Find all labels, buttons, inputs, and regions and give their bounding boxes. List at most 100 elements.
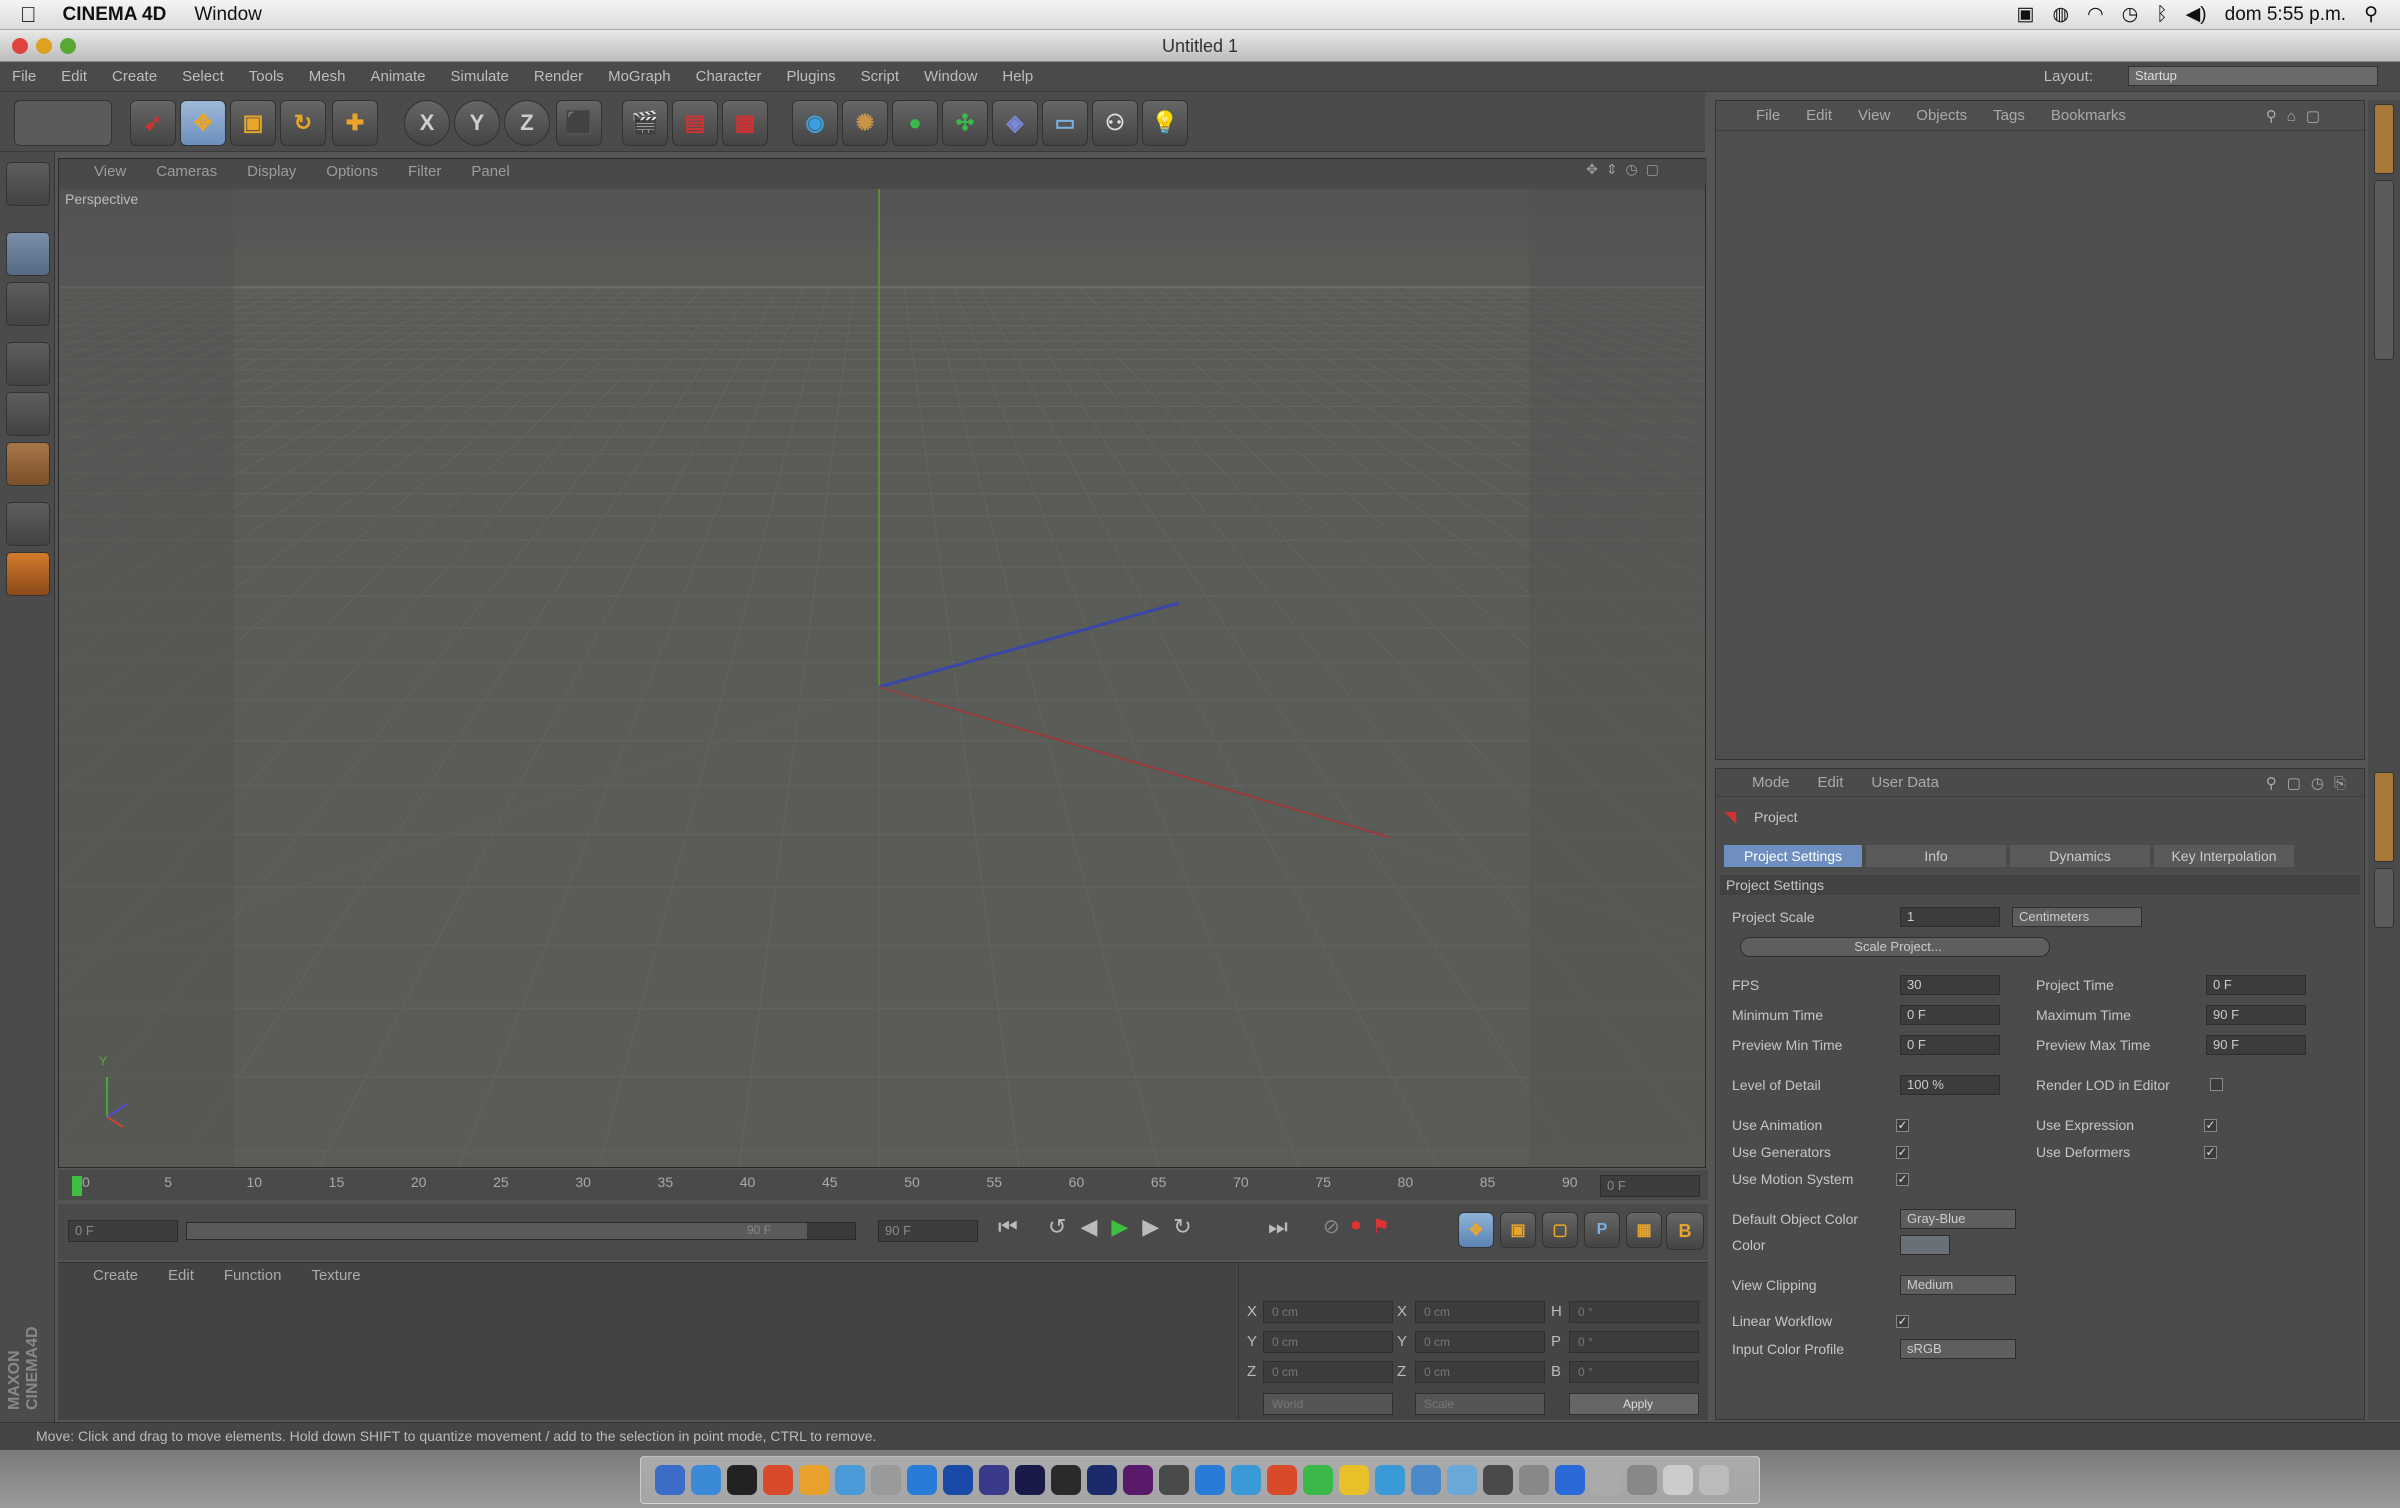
dock-app-icon[interactable] — [1087, 1465, 1117, 1495]
tab-dynamics[interactable]: Dynamics — [2010, 845, 2150, 867]
dock-app-icon[interactable] — [1411, 1465, 1441, 1495]
tab-key-interpolation[interactable]: Key Interpolation — [2154, 845, 2294, 867]
menu-render[interactable]: Render — [534, 68, 583, 85]
tab-info[interactable]: Info — [1866, 845, 2006, 867]
rot-h-field[interactable]: 0 ° — [1569, 1301, 1699, 1323]
dock-app-icon[interactable] — [1159, 1465, 1189, 1495]
preview-range-fill[interactable] — [187, 1223, 807, 1239]
dock-app-icon[interactable] — [835, 1465, 865, 1495]
size-z-field[interactable]: 0 cm — [1415, 1361, 1545, 1383]
project-time-field[interactable]: 0 F — [2206, 975, 2306, 995]
objects-tab[interactable] — [2374, 104, 2394, 174]
window-menu[interactable]: Window — [194, 4, 262, 26]
view-clipping-dropdown[interactable]: Medium — [1900, 1275, 2016, 1295]
dock-app-icon[interactable] — [763, 1465, 793, 1495]
dock-app-icon[interactable] — [1015, 1465, 1045, 1495]
scheme-icon[interactable]: B — [1666, 1212, 1704, 1250]
preview-min-field[interactable]: 0 F — [1900, 1035, 2000, 1055]
x-axis-lock-button[interactable]: X — [404, 100, 450, 146]
use-motion-checkbox[interactable]: ✓ — [1896, 1173, 1909, 1186]
key-position-icon[interactable]: ✥ — [1458, 1212, 1494, 1248]
key-scale-icon[interactable]: ▣ — [1500, 1212, 1536, 1248]
vp-menu-view[interactable]: View — [94, 163, 126, 180]
dock-app-icon[interactable] — [1375, 1465, 1405, 1495]
polygons-mode-icon[interactable] — [6, 442, 50, 486]
menu-character[interactable]: Character — [696, 68, 762, 85]
volume-icon[interactable]: ◀) — [2186, 3, 2207, 26]
prev-frame-icon[interactable]: ◀ — [1080, 1214, 1097, 1240]
mat-menu-create[interactable]: Create — [93, 1267, 138, 1284]
size-x-field[interactable]: 0 cm — [1415, 1301, 1545, 1323]
dock-app-icon[interactable] — [907, 1465, 937, 1495]
menu-select[interactable]: Select — [182, 68, 224, 85]
obj-menu-view[interactable]: View — [1858, 107, 1890, 124]
obj-menu-tags[interactable]: Tags — [1993, 107, 2025, 124]
zoom-window-button[interactable] — [60, 38, 76, 54]
close-window-button[interactable] — [12, 38, 28, 54]
perspective-viewport[interactable]: View Cameras Display Options Filter Pane… — [58, 158, 1707, 1168]
bluetooth-icon[interactable]: ᛒ — [2156, 4, 2167, 26]
snapping-icon[interactable] — [6, 552, 50, 596]
autokey-icon[interactable]: ⚑ — [1372, 1214, 1390, 1239]
viewport-canvas[interactable]: Perspective Y — [59, 189, 1705, 1167]
mat-menu-function[interactable]: Function — [224, 1267, 282, 1284]
nurbs-icon[interactable]: ● — [892, 100, 938, 146]
use-generators-checkbox[interactable]: ✓ — [1896, 1146, 1909, 1159]
vp-menu-cameras[interactable]: Cameras — [156, 163, 217, 180]
dock-app-icon[interactable] — [727, 1465, 757, 1495]
rot-p-field[interactable]: 0 ° — [1569, 1331, 1699, 1353]
layers-tab[interactable] — [2374, 868, 2394, 928]
color-swatch[interactable] — [1900, 1235, 1950, 1255]
apply-button[interactable]: Apply — [1569, 1393, 1699, 1415]
menu-animate[interactable]: Animate — [370, 68, 425, 85]
dock-app-icon[interactable] — [1303, 1465, 1333, 1495]
menu-mesh[interactable]: Mesh — [309, 68, 346, 85]
use-deformers-checkbox[interactable]: ✓ — [2204, 1146, 2217, 1159]
app-name-menu[interactable]: CINEMA 4D — [63, 4, 167, 26]
sync-status-icon[interactable]: ◍ — [2052, 3, 2069, 26]
coordinate-system-icon[interactable]: ⬛ — [556, 100, 602, 146]
menu-file[interactable]: File — [12, 68, 36, 85]
rot-b-field[interactable]: 0 ° — [1569, 1361, 1699, 1383]
menu-create[interactable]: Create — [112, 68, 157, 85]
input-profile-dropdown[interactable]: sRGB — [1900, 1339, 2016, 1359]
subdivision-icon[interactable]: ✺ — [842, 100, 888, 146]
dock-app-icon[interactable] — [1483, 1465, 1513, 1495]
menu-simulate[interactable]: Simulate — [451, 68, 509, 85]
lod-field[interactable]: 100 % — [1900, 1075, 2000, 1095]
start-frame-field[interactable]: 0 F — [68, 1220, 178, 1242]
object-search-icon[interactable]: ⚲⌂▢ — [2266, 107, 2330, 125]
z-axis-lock-button[interactable]: Z — [504, 100, 550, 146]
live-selection-icon[interactable]: ➹ — [130, 100, 176, 146]
use-animation-checkbox[interactable]: ✓ — [1896, 1119, 1909, 1132]
linear-workflow-checkbox[interactable]: ✓ — [1896, 1315, 1909, 1328]
render-settings-icon[interactable]: ▦ — [722, 100, 768, 146]
clock-text[interactable]: dom 5:55 p.m. — [2225, 4, 2346, 26]
dock-app-icon[interactable] — [1663, 1465, 1693, 1495]
menu-mograph[interactable]: MoGraph — [608, 68, 671, 85]
preview-range-slider[interactable]: 90 F — [186, 1222, 856, 1240]
key-pla-icon[interactable]: ▦ — [1626, 1212, 1662, 1248]
go-to-start-icon[interactable]: ⏮ — [998, 1214, 1018, 1240]
dock-app-icon[interactable] — [1231, 1465, 1261, 1495]
obj-menu-bookmarks[interactable]: Bookmarks — [2051, 107, 2126, 124]
vp-menu-display[interactable]: Display — [247, 163, 296, 180]
content-browser-tab[interactable] — [2374, 180, 2394, 360]
dock-app-icon[interactable] — [979, 1465, 1009, 1495]
y-axis-lock-button[interactable]: Y — [454, 100, 500, 146]
render-lod-checkbox[interactable] — [2210, 1078, 2223, 1091]
menu-edit[interactable]: Edit — [61, 68, 87, 85]
dock-app-icon[interactable] — [871, 1465, 901, 1495]
vp-menu-filter[interactable]: Filter — [408, 163, 441, 180]
menu-help[interactable]: Help — [1002, 68, 1033, 85]
go-to-end-icon[interactable]: ⏭ — [1268, 1214, 1288, 1240]
move-tool-icon[interactable]: ✥ — [180, 100, 226, 146]
coord-world-dropdown[interactable]: World — [1263, 1393, 1393, 1415]
default-color-dropdown[interactable]: Gray-Blue — [1900, 1209, 2016, 1229]
edges-mode-icon[interactable] — [6, 392, 50, 436]
rotate-tool-icon[interactable]: ↻ — [280, 100, 326, 146]
minimize-window-button[interactable] — [36, 38, 52, 54]
dock-app-icon[interactable] — [1339, 1465, 1369, 1495]
texture-mode-icon[interactable] — [6, 282, 50, 326]
coord-scale-dropdown[interactable]: Scale — [1415, 1393, 1545, 1415]
